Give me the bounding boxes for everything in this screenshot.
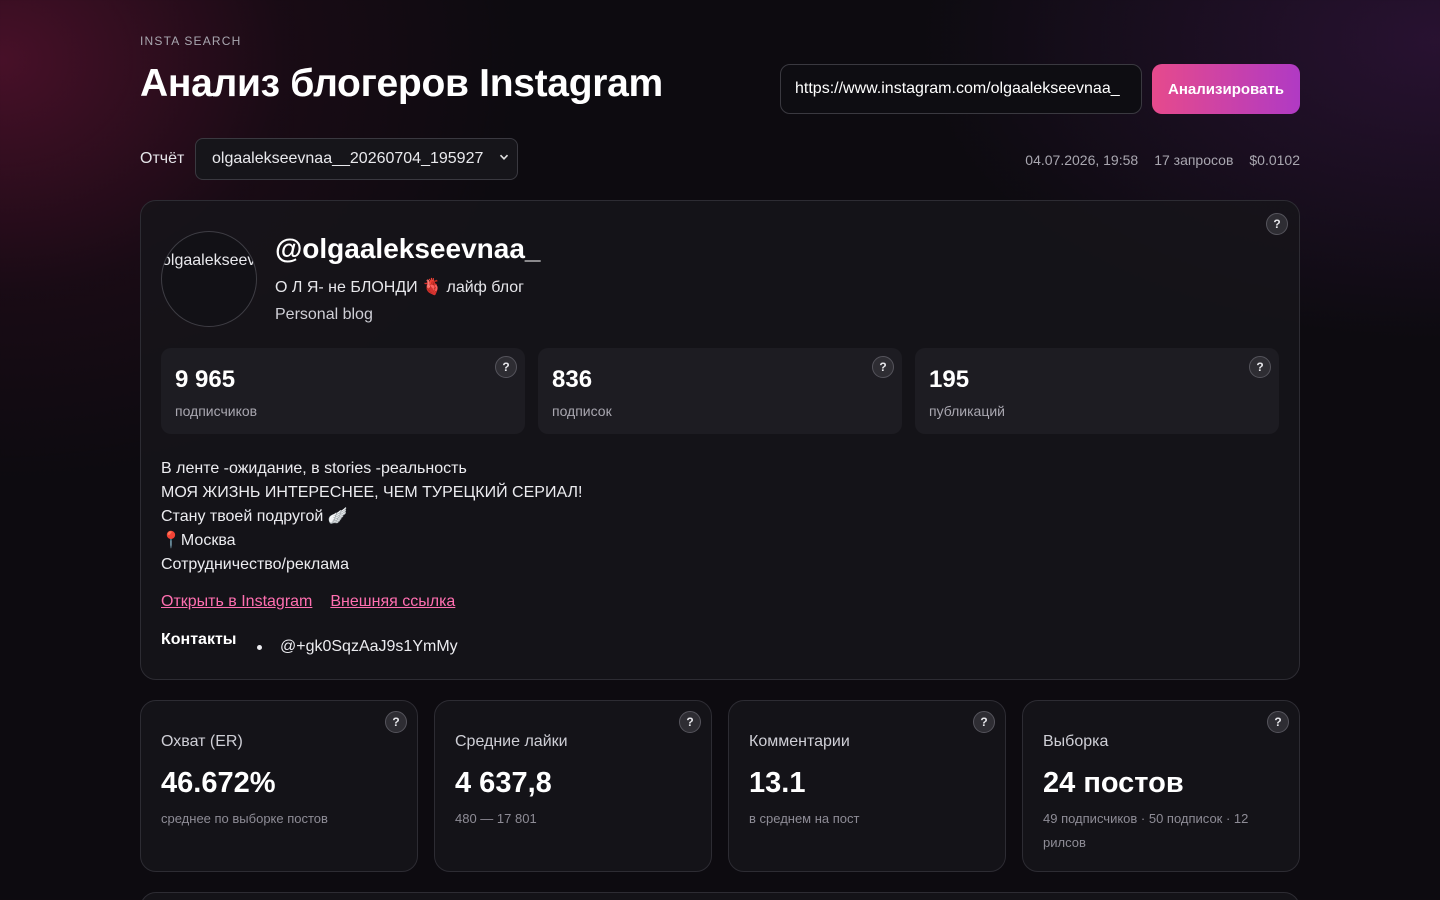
stat-followers: 9 965 подписчиков ?: [161, 348, 525, 434]
profile-bio: В ленте -ожидание, в stories -реальность…: [161, 457, 582, 577]
metric-help-icon[interactable]: ?: [679, 711, 701, 733]
next-section-card: [140, 892, 1300, 900]
metric-value: 46.672%: [161, 767, 276, 799]
report-select[interactable]: olgaalekseevnaa__20260704_195927: [195, 138, 518, 180]
metric-help-icon[interactable]: ?: [1267, 711, 1289, 733]
stat-posts: 195 публикаций ?: [915, 348, 1279, 434]
avatar-alt-text: olgaalekseevnaa_: [162, 252, 256, 269]
stat-help-icon[interactable]: ?: [1249, 356, 1271, 378]
avatar: olgaalekseevnaa_: [161, 231, 257, 327]
page-title: Анализ блогеров Instagram: [140, 62, 663, 105]
stat-following: 836 подписок ?: [538, 348, 902, 434]
profile-help-icon[interactable]: ?: [1266, 213, 1288, 235]
report-select-value: olgaalekseevnaa__20260704_195927: [212, 150, 484, 167]
contact-value: @+gk0SqzAaJ9s1YmMy: [280, 638, 458, 655]
profile-category: Personal blog: [275, 306, 373, 323]
metric-note: 49 подписчиков · 50 подписок · 12 рилсов: [1043, 811, 1249, 850]
bio-line: 📍Москва: [161, 532, 236, 549]
stat-value: 195: [929, 366, 970, 393]
analyze-button[interactable]: Анализировать: [1152, 64, 1300, 114]
stat-label: публикаций: [929, 403, 1005, 419]
stat-help-icon[interactable]: ?: [872, 356, 894, 378]
report-date: 04.07.2026, 19:58: [1025, 152, 1139, 168]
metric-note: в среднем на пост: [749, 811, 860, 826]
metric-card-likes: ? Средние лайки 4 637,8 480 — 17 801: [434, 700, 712, 872]
stat-label: подписок: [552, 403, 612, 419]
report-meta: 04.07.2026, 19:58 17 запросов $0.0102: [1025, 152, 1300, 168]
profile-links: Открыть в Instagram Внешняя ссылка: [161, 593, 455, 611]
metric-card-er: ? Охват (ER) 46.672% среднее по выборке …: [140, 700, 418, 872]
contacts-list: @+gk0SqzAaJ9s1YmMy: [257, 638, 458, 656]
chevron-down-icon: [499, 151, 509, 165]
metric-value: 4 637,8: [455, 767, 552, 799]
report-requests: 17 запросов: [1154, 152, 1234, 168]
metric-label: Охват (ER): [161, 733, 243, 750]
stat-value: 836: [552, 366, 593, 393]
metric-card-comments: ? Комментарии 13.1 в среднем на пост: [728, 700, 1006, 872]
bullet-icon: [257, 644, 262, 650]
metric-value: 13.1: [749, 767, 806, 799]
stat-help-icon[interactable]: ?: [495, 356, 517, 378]
app-eyebrow: INSTA SEARCH: [140, 34, 242, 48]
bio-line: В ленте -ожидание, в stories -реальность: [161, 460, 467, 477]
open-instagram-link[interactable]: Открыть в Instagram: [161, 593, 312, 611]
report-cost: $0.0102: [1249, 152, 1300, 168]
bio-line: МОЯ ЖИЗНЬ ИНТЕРЕСНЕЕ, ЧЕМ ТУРЕЦКИЙ СЕРИА…: [161, 484, 583, 501]
stat-value: 9 965: [175, 366, 236, 393]
report-label: Отчёт: [140, 150, 185, 167]
metric-card-sample: ? Выборка 24 постов 49 подписчиков · 50 …: [1022, 700, 1300, 872]
profile-full-name: О Л Я- не БЛОНДИ 🫀 лайф блог: [275, 279, 524, 296]
contact-item: @+gk0SqzAaJ9s1YmMy: [257, 638, 458, 656]
profile-handle: @olgaalekseevnaa_: [275, 233, 541, 264]
metric-label: Выборка: [1043, 733, 1109, 750]
contacts-label: Контакты: [161, 631, 237, 648]
metric-help-icon[interactable]: ?: [973, 711, 995, 733]
metric-value: 24 постов: [1043, 767, 1184, 799]
profile-url-input[interactable]: [780, 64, 1142, 114]
profile-card: ? olgaalekseevnaa_ @olgaalekseevnaa_ О Л…: [140, 200, 1300, 680]
metric-note: 480 — 17 801: [455, 811, 537, 826]
metric-help-icon[interactable]: ?: [385, 711, 407, 733]
external-link[interactable]: Внешняя ссылка: [330, 593, 455, 611]
bio-line: Стану твоей подругой 🪽: [161, 508, 348, 525]
bio-line: Сотрудничество/реклама: [161, 556, 350, 573]
metric-label: Комментарии: [749, 733, 850, 750]
stat-label: подписчиков: [175, 403, 258, 419]
metric-note: среднее по выборке постов: [161, 811, 328, 826]
metric-label: Средние лайки: [455, 733, 568, 750]
